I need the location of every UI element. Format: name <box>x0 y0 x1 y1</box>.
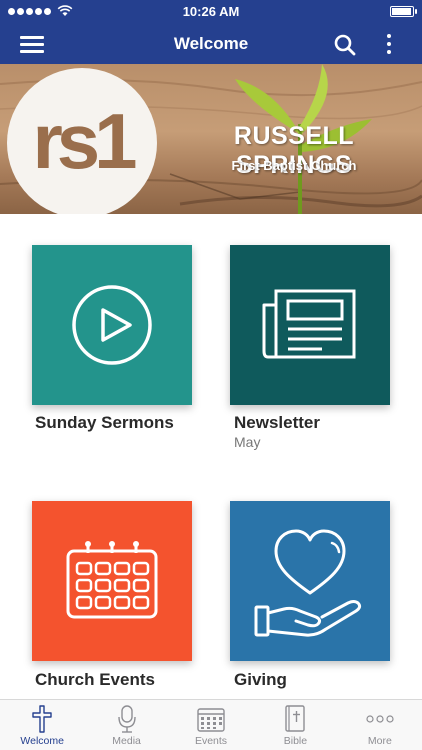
newsletter-subtitle: May <box>234 434 261 450</box>
heart-in-hand-icon <box>254 529 362 637</box>
search-icon[interactable] <box>333 33 357 57</box>
tab-bible-label: Bible <box>283 735 308 747</box>
tab-media-label: Media <box>112 735 141 747</box>
top-nav-bar: Welcome <box>0 24 422 64</box>
newsletter-tile[interactable] <box>230 245 390 405</box>
giving-label[interactable]: Giving <box>234 670 287 690</box>
tab-welcome-label: Welcome <box>20 735 64 747</box>
status-time: 10:26 AM <box>182 4 240 19</box>
church-events-tile[interactable] <box>32 501 192 661</box>
bottom-tab-bar: Welcome Media Events Bible More <box>0 699 422 750</box>
tab-bible[interactable]: Bible <box>253 700 337 750</box>
church-subtitle: First Baptist Church <box>231 158 357 173</box>
church-banner: rs1 RUSSELL SPRINGS First Baptist Church <box>0 64 422 214</box>
play-circle-icon <box>72 285 152 365</box>
logo-text: rs1 <box>32 96 137 185</box>
church-events-label[interactable]: Church Events <box>35 670 155 690</box>
giving-tile[interactable] <box>230 501 390 661</box>
church-logo: rs1 <box>7 68 157 214</box>
sunday-sermons-tile[interactable] <box>32 245 192 405</box>
tab-more[interactable]: More <box>338 700 422 750</box>
calendar-icon <box>66 541 158 619</box>
bible-icon <box>280 705 310 733</box>
cross-icon <box>27 705 57 733</box>
tab-welcome[interactable]: Welcome <box>0 700 84 750</box>
tab-more-label: More <box>367 735 392 747</box>
microphone-icon <box>112 705 142 733</box>
battery-icon <box>390 6 417 17</box>
calendar-icon <box>196 705 226 733</box>
tab-events[interactable]: Events <box>169 700 253 750</box>
tab-events-label: Events <box>194 735 228 747</box>
vertical-ellipsis-icon[interactable] <box>382 32 396 56</box>
page-title: Welcome <box>173 34 249 53</box>
tab-media[interactable]: Media <box>84 700 168 750</box>
sunday-sermons-label[interactable]: Sunday Sermons <box>35 413 174 433</box>
status-bar: 10:26 AM <box>0 0 422 24</box>
battery-level <box>392 8 411 15</box>
newsletter-label[interactable]: Newsletter <box>234 413 320 433</box>
newspaper-icon <box>262 289 356 359</box>
more-dots-icon <box>365 705 395 733</box>
